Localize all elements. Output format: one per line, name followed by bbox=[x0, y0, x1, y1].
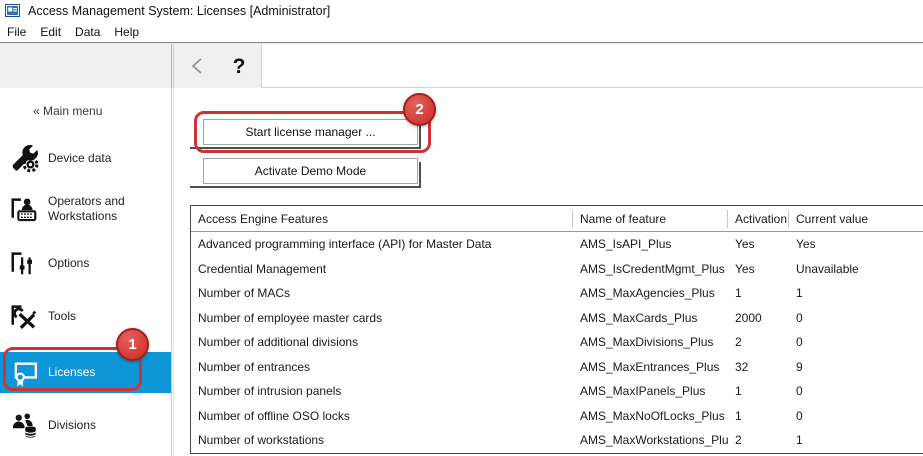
cell-activation: 2 bbox=[728, 433, 789, 447]
table-header: Access Engine Features Name of feature A… bbox=[191, 206, 923, 232]
cell-feature: Number of intrusion panels bbox=[191, 384, 573, 398]
sidebar-item-label: Divisions bbox=[48, 418, 160, 433]
cell-activation: 1 bbox=[728, 286, 789, 300]
table-row[interactable]: Number of offline OSO locks AMS_MaxNoOfL… bbox=[191, 404, 923, 429]
cell-feature: Advanced programming interface (API) for… bbox=[191, 237, 573, 251]
window-title: Access Management System: Licenses [Admi… bbox=[28, 4, 330, 18]
sidebar-item-label: Licenses bbox=[48, 365, 160, 380]
cell-feature: Credential Management bbox=[191, 262, 573, 276]
cell-name: AMS_MaxDivisions_Plus bbox=[573, 335, 728, 349]
main-menu-back-link[interactable]: « Main menu bbox=[33, 104, 102, 118]
menu-edit[interactable]: Edit bbox=[40, 25, 61, 39]
table-row[interactable]: Number of intrusion panels AMS_MaxIPanel… bbox=[191, 379, 923, 404]
column-header-current-value[interactable]: Current value bbox=[789, 210, 923, 228]
sidebar-item-licenses[interactable]: Licenses bbox=[0, 352, 171, 393]
divisions-icon bbox=[7, 408, 41, 442]
sidebar-item-operators-workstations[interactable]: Operators and Workstations bbox=[0, 186, 171, 232]
button-shadow bbox=[190, 186, 421, 188]
cell-name: AMS_IsCredentMgmt_Plus bbox=[573, 262, 728, 276]
table-row[interactable]: Number of entrances AMS_MaxEntrances_Plu… bbox=[191, 355, 923, 380]
back-button[interactable] bbox=[184, 51, 210, 81]
button-shadow bbox=[190, 147, 421, 149]
activate-demo-mode-button[interactable]: Activate Demo Mode bbox=[203, 158, 418, 184]
column-header-activation[interactable]: Activation bbox=[728, 210, 789, 228]
cell-name: AMS_MaxWorkstations_Plus bbox=[573, 433, 728, 447]
table-row[interactable]: Number of employee master cards AMS_MaxC… bbox=[191, 306, 923, 331]
sidebar-item-label: Device data bbox=[48, 151, 160, 166]
cell-current-value: 1 bbox=[789, 433, 923, 447]
cell-feature: Number of entrances bbox=[191, 360, 573, 374]
cell-current-value: 1 bbox=[789, 286, 923, 300]
sidebar-item-tools[interactable]: Tools bbox=[0, 296, 171, 336]
menu-data[interactable]: Data bbox=[75, 25, 100, 39]
cell-feature: Number of offline OSO locks bbox=[191, 409, 573, 423]
sidebar-item-options[interactable]: Options bbox=[0, 243, 171, 283]
operators-workstations-icon bbox=[7, 192, 41, 226]
cell-activation: Yes bbox=[728, 262, 789, 276]
button-shadow bbox=[419, 162, 421, 188]
cell-feature: Number of workstations bbox=[191, 433, 573, 447]
tools-icon bbox=[7, 299, 41, 333]
cell-name: AMS_MaxNoOfLocks_Plus bbox=[573, 409, 728, 423]
cell-name: AMS_MaxIPanels_Plus bbox=[573, 384, 728, 398]
sidebar-item-label: Options bbox=[48, 256, 160, 271]
table-row[interactable]: Advanced programming interface (API) for… bbox=[191, 232, 923, 257]
table-row[interactable]: Number of additional divisions AMS_MaxDi… bbox=[191, 330, 923, 355]
cell-current-value: 0 bbox=[789, 409, 923, 423]
help-button[interactable]: ? bbox=[226, 51, 252, 81]
cell-current-value: 0 bbox=[789, 311, 923, 325]
sidebar-item-device-data[interactable]: Device data bbox=[0, 138, 171, 178]
cell-current-value: 0 bbox=[789, 384, 923, 398]
options-icon bbox=[7, 246, 41, 280]
cell-activation: 2 bbox=[728, 335, 789, 349]
back-icon bbox=[190, 57, 204, 75]
cell-activation: 1 bbox=[728, 384, 789, 398]
cell-name: AMS_IsAPI_Plus bbox=[573, 237, 728, 251]
cell-feature: Number of additional divisions bbox=[191, 335, 573, 349]
menu-help[interactable]: Help bbox=[114, 25, 139, 39]
button-shadow bbox=[419, 123, 421, 149]
table-row[interactable]: Number of MACs AMS_MaxAgencies_Plus 1 1 bbox=[191, 281, 923, 306]
sidebar-item-label: Operators and Workstations bbox=[48, 194, 160, 224]
cell-activation: 1 bbox=[728, 409, 789, 423]
cell-name: AMS_MaxCards_Plus bbox=[573, 311, 728, 325]
table-row[interactable]: Number of workstations AMS_MaxWorkstatio… bbox=[191, 428, 923, 453]
toolbar: ? bbox=[0, 44, 923, 88]
licenses-icon bbox=[7, 356, 41, 390]
cell-activation: 2000 bbox=[728, 311, 789, 325]
features-table: Access Engine Features Name of feature A… bbox=[190, 205, 923, 454]
cell-name: AMS_MaxEntrances_Plus bbox=[573, 360, 728, 374]
sidebar-separator bbox=[171, 88, 174, 456]
sidebar-item-divisions[interactable]: Divisions bbox=[0, 402, 171, 448]
cell-feature: Number of MACs bbox=[191, 286, 573, 300]
help-icon: ? bbox=[233, 56, 246, 77]
device-data-icon bbox=[7, 141, 41, 175]
cell-current-value: 9 bbox=[789, 360, 923, 374]
cell-activation: Yes bbox=[728, 237, 789, 251]
cell-current-value: 0 bbox=[789, 335, 923, 349]
toolbar-left-panel bbox=[0, 44, 171, 88]
cell-feature: Number of employee master cards bbox=[191, 311, 573, 325]
cell-current-value: Unavailable bbox=[789, 262, 923, 276]
menu-file[interactable]: File bbox=[7, 25, 26, 39]
toolbar-button-panel: ? bbox=[174, 44, 262, 88]
cell-name: AMS_MaxAgencies_Plus bbox=[573, 286, 728, 300]
app-icon bbox=[5, 4, 20, 17]
sidebar-item-label: Tools bbox=[48, 309, 160, 324]
app-window: Access Management System: Licenses [Admi… bbox=[0, 0, 923, 456]
cell-activation: 32 bbox=[728, 360, 789, 374]
column-header-features[interactable]: Access Engine Features bbox=[191, 210, 573, 228]
cell-current-value: Yes bbox=[789, 237, 923, 251]
menu-bar: File Edit Data Help bbox=[0, 21, 923, 42]
table-row[interactable]: Credential Management AMS_IsCredentMgmt_… bbox=[191, 257, 923, 282]
title-bar: Access Management System: Licenses [Admi… bbox=[0, 0, 923, 21]
column-header-name[interactable]: Name of feature bbox=[573, 210, 728, 228]
start-license-manager-button[interactable]: Start license manager ... bbox=[203, 119, 418, 145]
